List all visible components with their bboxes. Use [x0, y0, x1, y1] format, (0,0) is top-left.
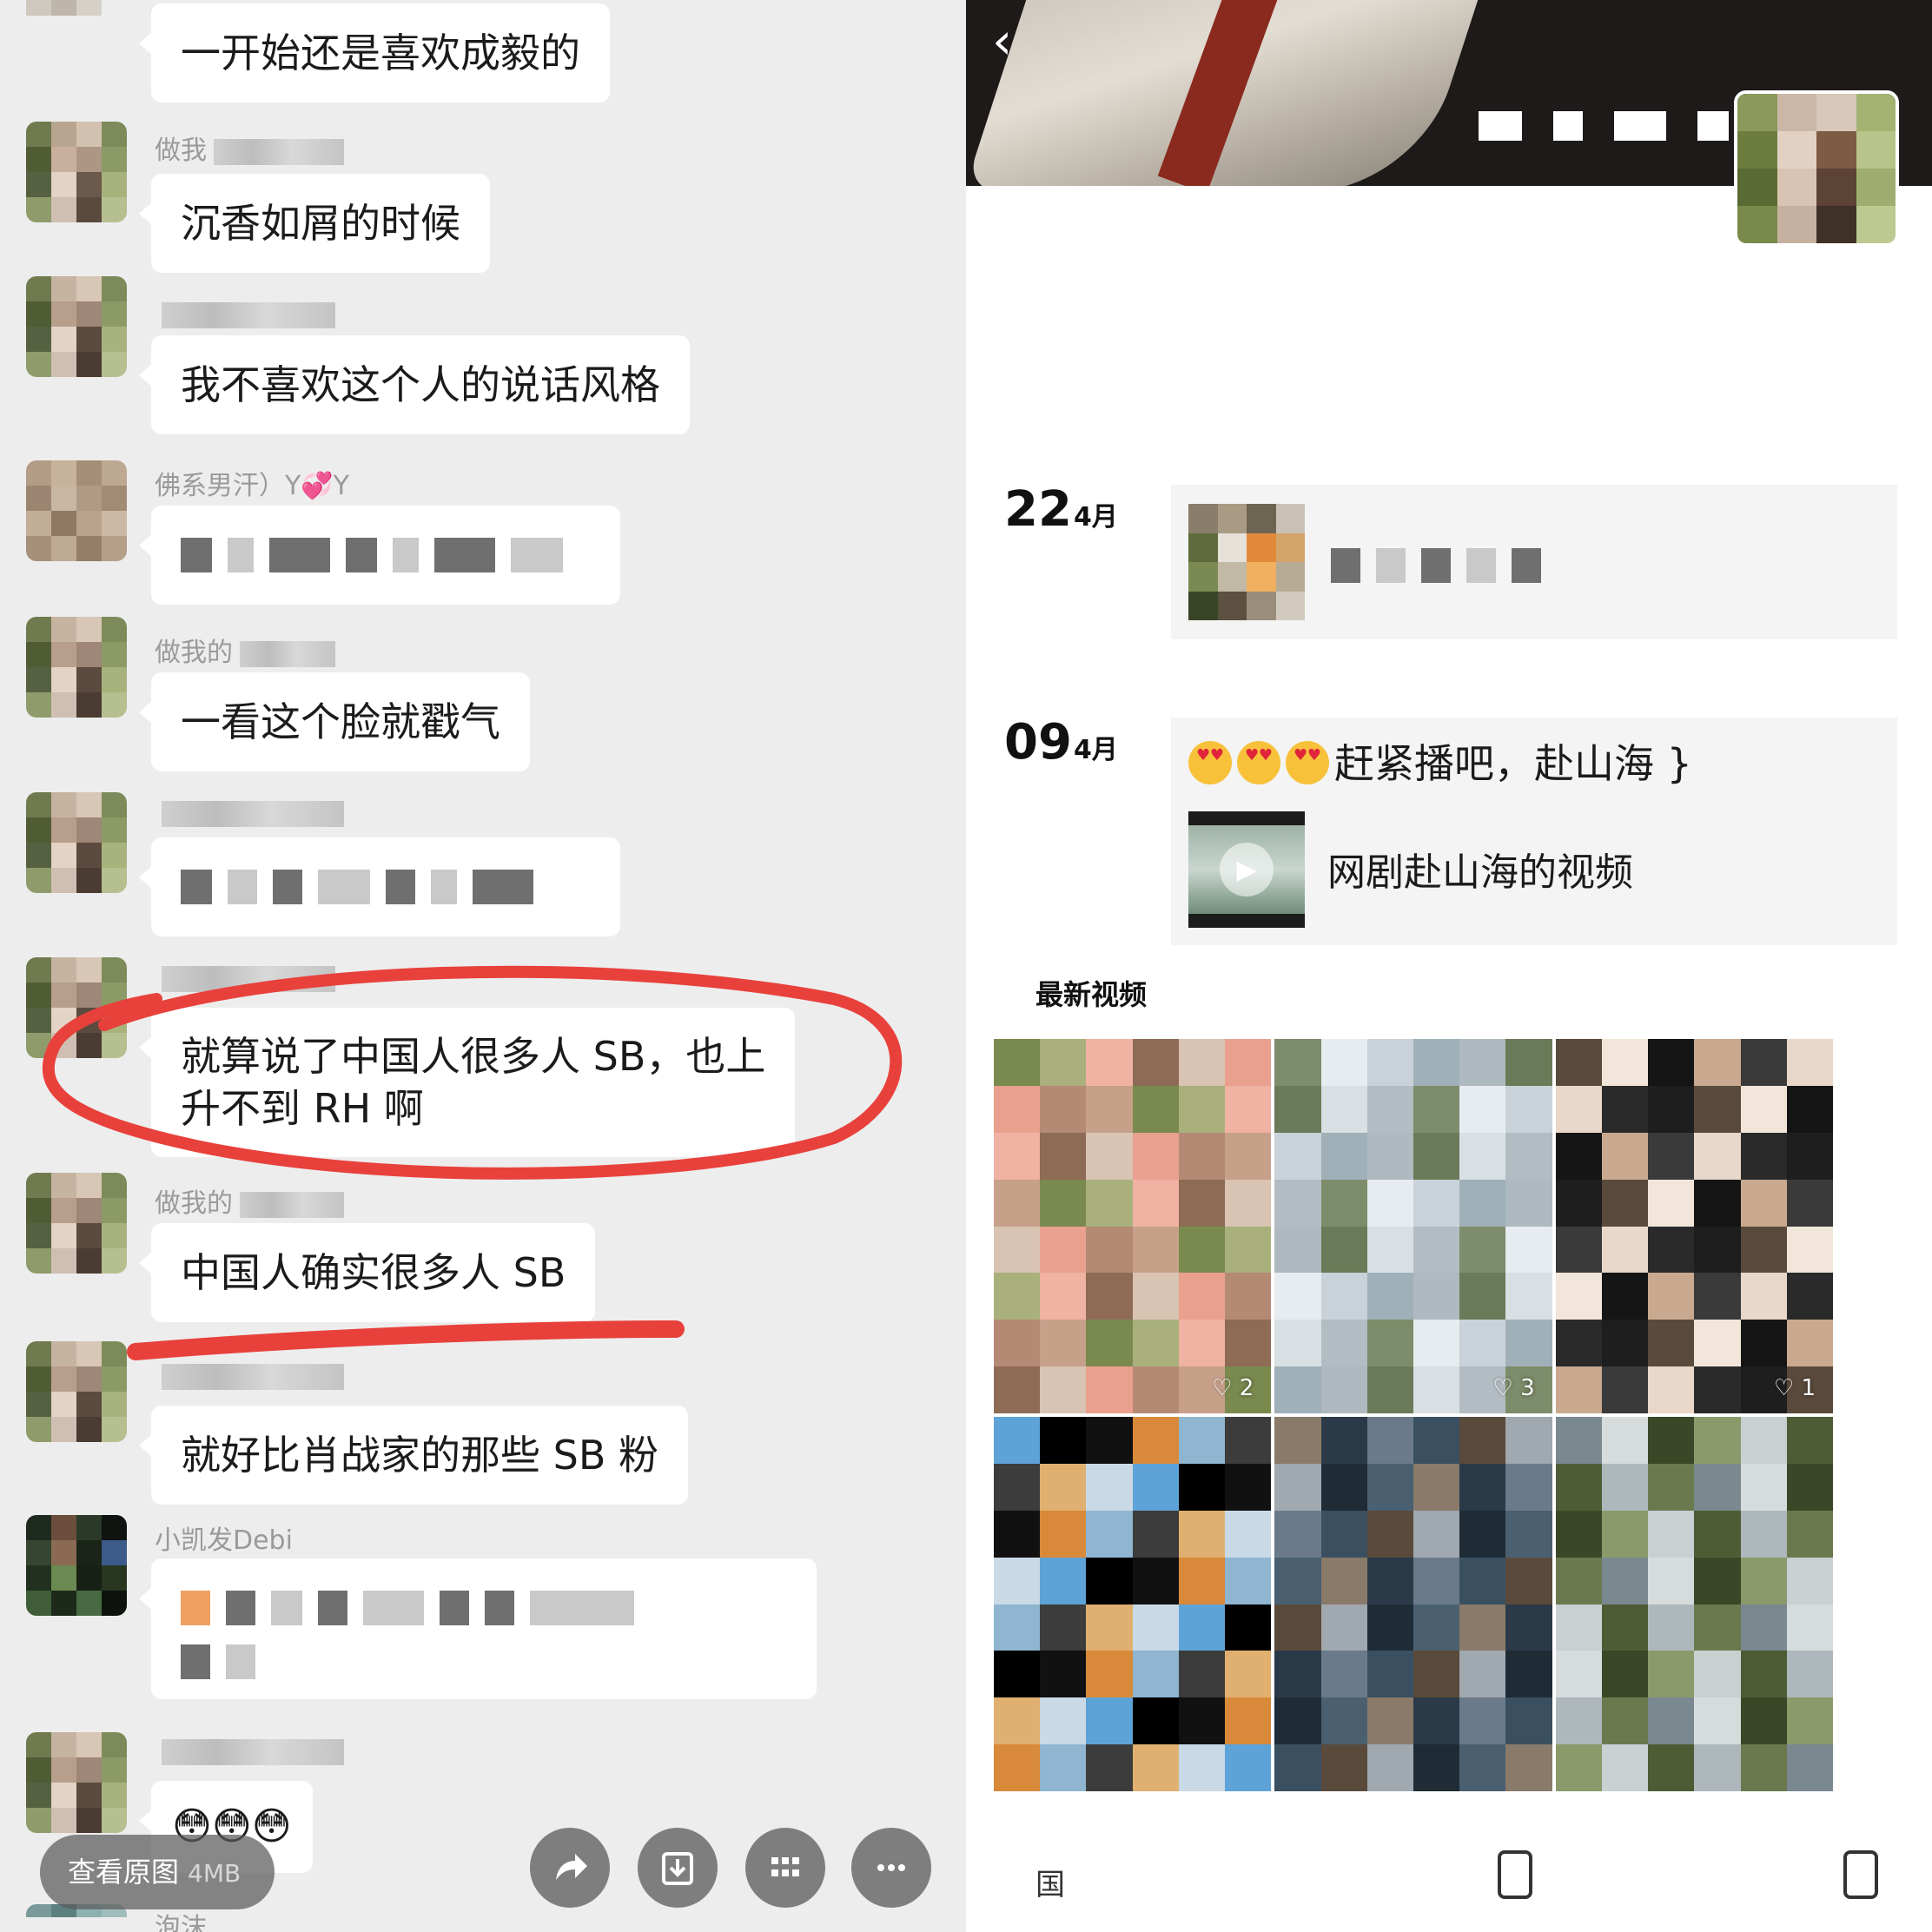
grid-button[interactable] [745, 1828, 825, 1908]
message-bubble[interactable]: 一开始还是喜欢成毅的 [139, 3, 610, 103]
video-tile[interactable] [1555, 1417, 1833, 1791]
post-card[interactable]: 赶紧播吧，赴山海 } ▶ 网剧赴山海的视频 [1171, 718, 1897, 945]
message-bubble[interactable] [139, 837, 620, 936]
play-icon[interactable]: ▶ [1220, 843, 1274, 897]
nickname: 小凯发Debi [155, 1525, 293, 1556]
video-title[interactable]: 网剧赴山海的视频 [1327, 841, 1633, 897]
avatar[interactable] [26, 792, 127, 893]
message-bubble[interactable] [139, 1558, 817, 1699]
nickname [155, 299, 335, 337]
avatar[interactable] [26, 1732, 127, 1833]
post-text: 赶紧播吧，赴山海 [1334, 740, 1654, 787]
redacted-text [181, 1581, 787, 1635]
message-text: 沉香如屑的时候 [181, 200, 460, 247]
message-bubble[interactable]: 一看这个脸就戳气 [139, 672, 530, 771]
message-text: 我不喜欢这个人的说话风格 [181, 361, 660, 408]
message-text: 就算说了中国人很多人 SB，也上 [181, 1033, 766, 1080]
avatar[interactable] [26, 1515, 127, 1616]
video-tile[interactable]: ♡ 3 [1274, 1039, 1552, 1413]
view-original-label: 查看原图 [68, 1856, 180, 1889]
video-tile[interactable] [994, 1417, 1272, 1791]
avatar[interactable] [26, 1173, 127, 1274]
video-thumbnail[interactable]: ▶ [1188, 811, 1305, 928]
latest-videos-title: 最新视频 [1035, 978, 1148, 1011]
like-count: ♡ 2 [1212, 1375, 1254, 1401]
grid-icon [771, 1857, 799, 1876]
nickname [155, 1736, 344, 1774]
more-button[interactable] [851, 1828, 931, 1908]
more-icon [877, 1864, 905, 1871]
message-bubble[interactable]: 就好比肖战家的那些 SB 粉 [138, 1406, 689, 1505]
message-bubble[interactable] [139, 506, 620, 605]
like-count: ♡ 3 [1492, 1375, 1535, 1401]
post-date: 094月 [1004, 714, 1118, 771]
message-text: 中国人确实很多人 SB [181, 1249, 566, 1296]
redacted-text [181, 528, 591, 582]
nickname [155, 963, 335, 1001]
view-original-button[interactable]: 查看原图 4MB [40, 1835, 275, 1909]
heart-eyes-emoji-icon [1188, 741, 1232, 784]
profile-name-redacted [1479, 111, 1729, 141]
avatar[interactable] [26, 1341, 127, 1442]
like-count: ♡ 1 [1773, 1375, 1816, 1401]
message-text: 就好比肖战家的那些 SB 粉 [181, 1432, 659, 1479]
list-icon[interactable] [1843, 1850, 1878, 1899]
avatar[interactable] [26, 617, 127, 718]
nickname [155, 797, 344, 836]
post-thumbnail[interactable] [1188, 504, 1305, 620]
avatar[interactable] [26, 460, 127, 561]
video-grid: ♡ 2 ♡ 3 ♡ 1 [994, 1039, 1833, 1791]
heart-eyes-emoji-icon [1237, 741, 1280, 784]
avatar[interactable] [26, 0, 127, 66]
download-button[interactable] [638, 1828, 718, 1908]
post-card[interactable] [1171, 485, 1897, 639]
nickname [155, 1360, 344, 1399]
video-tile[interactable]: ♡ 1 [1555, 1039, 1833, 1413]
profile-avatar[interactable] [1734, 90, 1899, 247]
redacted-text [181, 860, 591, 914]
share-button[interactable] [530, 1828, 610, 1908]
nickname: 泡沫 [155, 1913, 207, 1932]
post-text-row: 赶紧播吧，赴山海 } [1188, 737, 1692, 791]
message-text: 一看这个脸就戳气 [181, 698, 500, 745]
message-bubble[interactable]: 就算说了中国人很多人 SB，也上 升不到 RH 啊 [138, 1008, 796, 1157]
profile-page-screenshot: ‹ 224月 094月 赶紧播吧，赴山海 } ▶ 网剧赴山海的视频 最新视频 [966, 0, 1932, 1932]
nickname: 做我 [155, 129, 344, 167]
phone-icon[interactable] [1498, 1850, 1532, 1899]
bottom-label[interactable]: 国 [1035, 1861, 1065, 1903]
share-icon [556, 1854, 587, 1880]
avatar[interactable] [26, 957, 127, 1058]
post-date: 224月 [1004, 481, 1118, 538]
nickname: 做我的 [155, 1181, 344, 1220]
download-icon [662, 1852, 693, 1885]
image-size: 4MB [188, 1859, 242, 1888]
message-bubble[interactable]: 中国人确实很多人 SB [138, 1223, 596, 1322]
nickname: 佛系男汗）Y💞Y [155, 471, 350, 501]
message-text: 一开始还是喜欢成毅的 [181, 30, 580, 76]
heart-eyes-emoji-icon [1286, 741, 1329, 784]
nickname: 做我的 [155, 631, 335, 669]
video-tile[interactable] [1274, 1417, 1552, 1791]
redacted-text [181, 1635, 787, 1689]
bottom-bar: 国 [966, 1816, 1932, 1932]
back-icon[interactable]: ‹ [992, 10, 1044, 71]
message-bubble[interactable]: 沉香如屑的时候 [139, 174, 490, 273]
message-text: 升不到 RH 啊 [181, 1085, 424, 1132]
avatar[interactable] [26, 122, 127, 222]
redacted-text [1331, 539, 1541, 592]
video-tile[interactable]: ♡ 2 [994, 1039, 1272, 1413]
avatar[interactable] [26, 276, 127, 377]
message-bubble[interactable]: 我不喜欢这个人的说话风格 [139, 335, 690, 434]
group-chat-screenshot: 一开始还是喜欢成毅的 做我 沉香如屑的时候 我不喜欢这个人的说话风格 佛系男汗）… [0, 0, 966, 1932]
